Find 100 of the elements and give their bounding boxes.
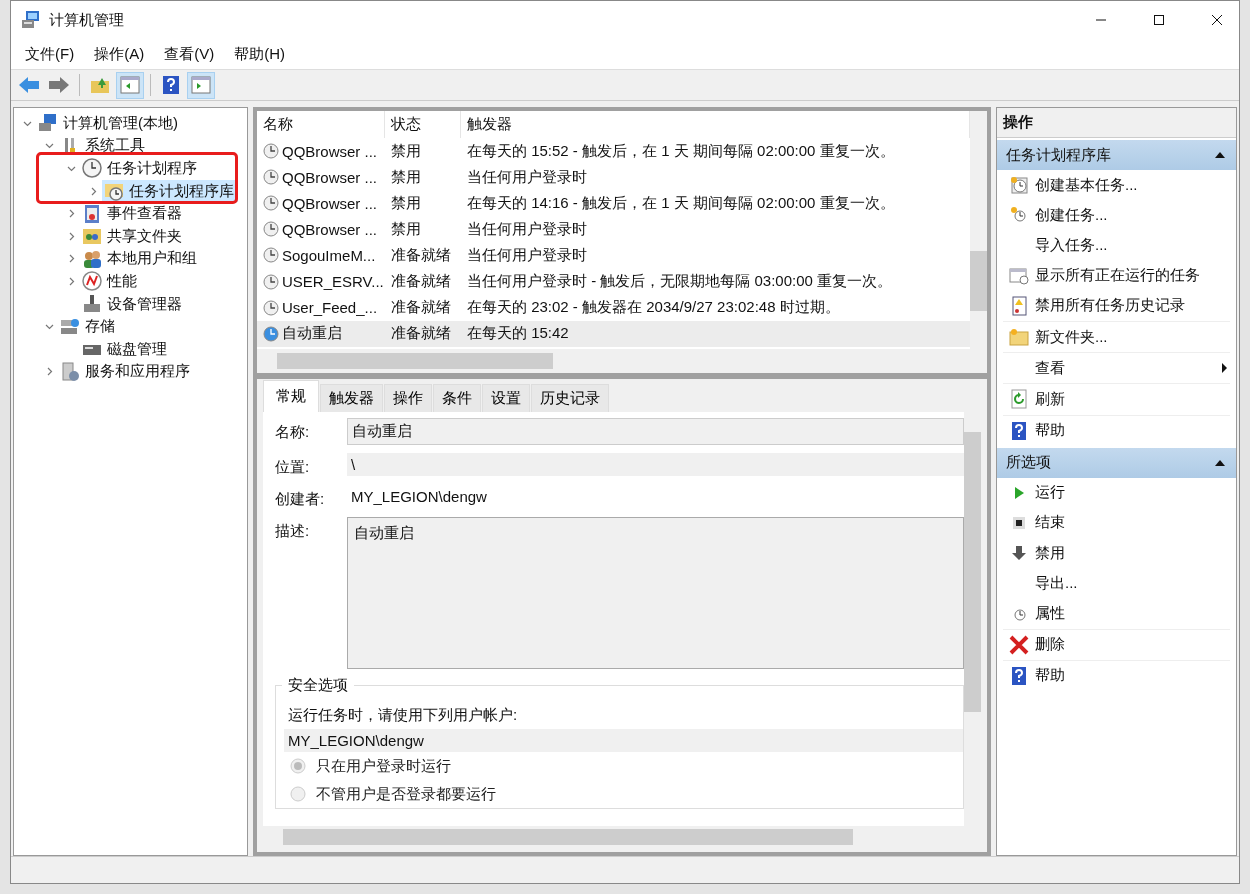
- folder-up-icon: [90, 76, 110, 94]
- horizontal-scrollbar[interactable]: [257, 349, 987, 373]
- location-field[interactable]: \: [347, 453, 964, 476]
- task-row[interactable]: QQBrowser ... 禁用 当任何用户登录时: [257, 164, 970, 191]
- collapse-arrow-icon[interactable]: [1214, 151, 1226, 159]
- menu-item[interactable]: 文件(F): [15, 44, 85, 64]
- task-trigger: 在每天的 15:52 - 触发后，在 1 天 期间每隔 02:00:00 重复一次。: [466, 141, 896, 161]
- task-trigger: 在每天的 15:42: [466, 324, 570, 344]
- task-name: SogouImeM...: [282, 246, 376, 264]
- task-name: QQBrowser ...: [282, 220, 378, 238]
- tree-item[interactable]: 任务计划程序: [80, 157, 201, 180]
- action-item[interactable]: 运行: [1003, 477, 1230, 508]
- account-field[interactable]: MY_LEGION\dengw: [284, 729, 963, 752]
- tree-item[interactable]: 事件查看器: [80, 202, 186, 225]
- task-name: USER_ESRV...: [282, 273, 384, 290]
- tree-item[interactable]: 服务和应用程序: [58, 360, 194, 383]
- action-item[interactable]: 显示所有正在运行的任务: [1003, 260, 1230, 291]
- clock-icon: [263, 195, 279, 212]
- task-status: 禁用: [390, 193, 422, 213]
- users-icon: [82, 248, 102, 269]
- folder-clock-icon: [104, 181, 124, 202]
- tab[interactable]: 设置: [482, 384, 530, 412]
- help-icon: [1011, 420, 1027, 441]
- task-status: 准备就绪: [390, 245, 452, 265]
- close-icon[interactable]: [1211, 14, 1223, 26]
- task-row[interactable]: QQBrowser ... 禁用 在每天的 15:52 - 触发后，在 1 天 期间每隔 02:00:00 重复一次。: [257, 138, 970, 165]
- task-name: User_Feed_...: [282, 299, 378, 317]
- task-row[interactable]: USER_ESRV... 准备就绪 当任何用户登录时 - 触发后，无限期地每隔 03:00:00 重复一次。: [257, 268, 970, 295]
- tab[interactable]: 触发器: [320, 384, 383, 412]
- action-item[interactable]: 属性: [1003, 598, 1230, 630]
- task-trigger: 当任何用户登录时: [466, 167, 588, 187]
- help-icon: [1011, 665, 1027, 686]
- window-title: 计算机管理: [49, 10, 124, 30]
- radio-label: 只在用户登录时运行: [316, 756, 451, 776]
- action-item[interactable]: 删除: [1003, 629, 1230, 661]
- tab[interactable]: 常规: [263, 380, 319, 412]
- tree-item[interactable]: 系统工具: [58, 134, 149, 157]
- pane-title: 操作: [997, 108, 1236, 138]
- task-row[interactable]: 自动重启 准备就绪 在每天的 15:42: [257, 320, 970, 347]
- tree-item[interactable]: 计算机管理(本地): [36, 112, 182, 135]
- tree-toggle-button[interactable]: [116, 71, 144, 99]
- menu-item[interactable]: 帮助(H): [224, 44, 295, 64]
- tree-item[interactable]: 存储: [58, 315, 119, 338]
- tree-item[interactable]: 本地用户和组: [80, 247, 201, 270]
- down-arrow-icon: [1011, 545, 1027, 562]
- action-item[interactable]: 禁用所有任务历史记录: [1003, 290, 1230, 322]
- action-item[interactable]: 导入任务...: [1003, 230, 1230, 261]
- task-trigger: 当任何用户登录时: [466, 245, 588, 265]
- column-header[interactable]: 名称: [257, 111, 385, 138]
- action-item[interactable]: 刷新: [1003, 384, 1230, 416]
- clock-icon: [1010, 176, 1028, 195]
- column-header[interactable]: 状态: [385, 111, 461, 138]
- submenu-arrow-icon: [1221, 362, 1228, 375]
- account-prompt: 运行任务时，请使用下列用户帐户:: [287, 705, 519, 725]
- clock-icon: [263, 273, 279, 290]
- section-title: 任务计划程序库: [1006, 145, 1111, 165]
- collapse-arrow-icon[interactable]: [1214, 458, 1226, 467]
- action-item[interactable]: 帮助: [1003, 415, 1230, 446]
- task-row[interactable]: User_Feed_... 准备就绪 在每天的 23:02 - 触发器在 2034/9/27 23:02:48 时过期。: [257, 294, 970, 321]
- tab[interactable]: 操作: [384, 384, 432, 412]
- task-status: 禁用: [390, 167, 422, 187]
- maximize-icon[interactable]: [1153, 14, 1165, 26]
- tree-item[interactable]: 设备管理器: [80, 293, 186, 316]
- task-name: QQBrowser ...: [282, 142, 378, 160]
- vertical-scrollbar[interactable]: [970, 111, 987, 349]
- action-item[interactable]: 创建任务...: [1003, 200, 1230, 231]
- tree-item[interactable]: 共享文件夹: [80, 225, 186, 248]
- tab[interactable]: 条件: [433, 384, 481, 412]
- action-item[interactable]: 导出...: [1003, 568, 1230, 599]
- task-status: 禁用: [390, 141, 422, 161]
- task-row[interactable]: SogouImeM... 准备就绪 当任何用户登录时: [257, 242, 970, 269]
- back-arrow-icon: [18, 76, 40, 94]
- action-item[interactable]: 结束: [1003, 507, 1230, 539]
- task-name: 自动重启: [282, 324, 342, 344]
- forward-arrow-icon: [48, 76, 70, 94]
- panel-icon: [120, 76, 140, 94]
- delete-icon: [1009, 634, 1029, 655]
- clock-icon: [1010, 206, 1028, 225]
- clock-icon: [263, 221, 279, 238]
- group-title: 安全选项: [282, 676, 354, 695]
- tree-item[interactable]: 磁盘管理: [80, 338, 171, 361]
- window-clock-icon: [1009, 266, 1029, 285]
- action-item[interactable]: 帮助: [1003, 660, 1230, 691]
- tree-item[interactable]: 性能: [80, 270, 141, 293]
- task-status: 准备就绪: [390, 298, 452, 318]
- menu-item[interactable]: 查看(V): [154, 44, 225, 64]
- action-item[interactable]: 查看: [1003, 353, 1230, 385]
- tab[interactable]: 历史记录: [531, 384, 609, 412]
- menu-item[interactable]: 操作(A): [84, 44, 155, 64]
- name-field[interactable]: 自动重启: [347, 418, 964, 445]
- action-item[interactable]: 禁用: [1003, 538, 1230, 569]
- description-field[interactable]: 自动重启: [347, 517, 964, 669]
- tree-item[interactable]: 任务计划程序库: [102, 180, 238, 203]
- clock-icon: [263, 143, 279, 160]
- clock-icon: [263, 169, 279, 186]
- task-row[interactable]: QQBrowser ... 禁用 当任何用户登录时: [257, 216, 970, 243]
- action-item[interactable]: 新文件夹...: [1003, 321, 1230, 354]
- task-trigger: 当任何用户登录时: [466, 219, 588, 239]
- action-item[interactable]: 创建基本任务...: [1003, 170, 1230, 201]
- task-row[interactable]: QQBrowser ... 禁用 在每天的 14:16 - 触发后，在 1 天 期间每隔 02:00:00 重复一次。: [257, 190, 970, 217]
